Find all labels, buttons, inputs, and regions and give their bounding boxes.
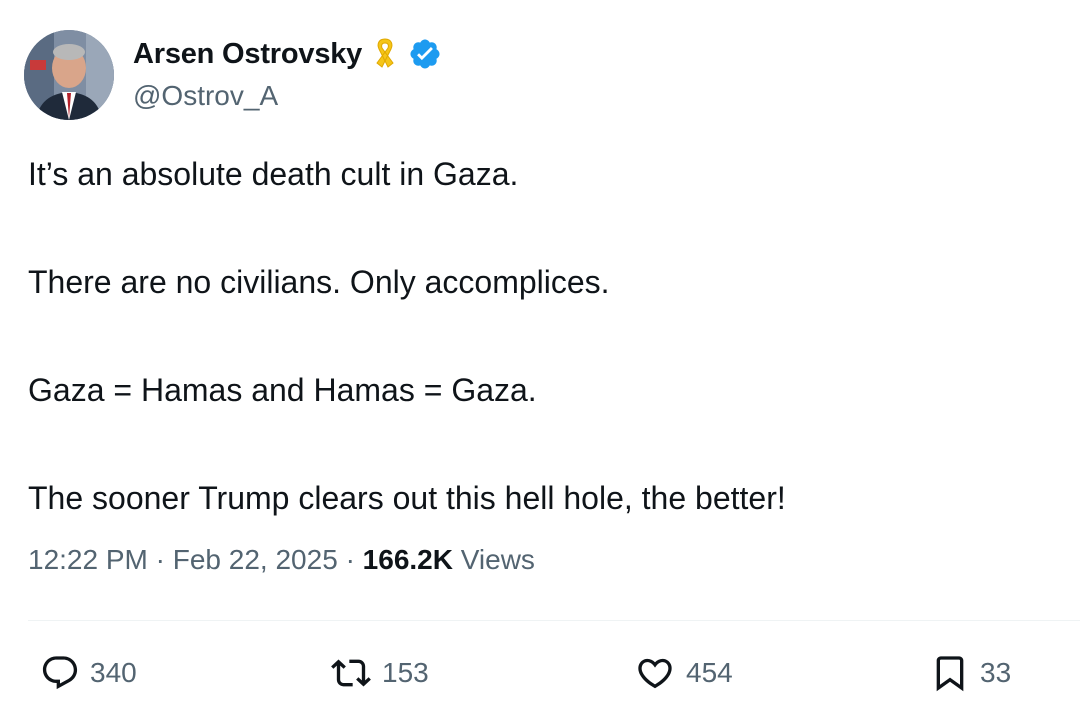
meta-separator: · — [345, 544, 355, 575]
author-handle[interactable]: @Ostrov_A — [133, 80, 278, 112]
tweet-actions: 340 153 454 33 — [0, 648, 1080, 698]
views-label: Views — [460, 544, 535, 575]
repost-arrows-icon — [330, 653, 372, 693]
bookmark-button[interactable]: 33 — [930, 648, 1011, 698]
repost-button[interactable]: 153 — [330, 648, 429, 698]
tweet-paragraph: The sooner Trump clears out this hell ho… — [28, 480, 786, 516]
tweet-paragraph: It’s an absolute death cult in Gaza. — [28, 156, 519, 192]
heart-icon — [634, 653, 676, 693]
author-name-row: Arsen Ostrovsky — [133, 34, 442, 74]
bookmark-icon — [930, 653, 970, 693]
reply-button[interactable]: 340 — [40, 648, 137, 698]
avatar-photo — [24, 30, 114, 120]
like-count: 454 — [686, 657, 733, 688]
bookmark-count: 33 — [980, 657, 1012, 688]
reply-bubble-icon — [40, 653, 80, 693]
tweet-meta: 12:22 PM · Feb 22, 2025 · 166.2K Views — [28, 544, 535, 576]
tweet-card: Arsen Ostrovsky @Ostrov_A It’s an absolu… — [0, 0, 1080, 725]
divider — [28, 620, 1080, 621]
tweet-date[interactable]: Feb 22, 2025 — [173, 544, 338, 575]
views-count: 166.2K — [362, 544, 453, 575]
author-display-name[interactable]: Arsen Ostrovsky — [133, 38, 362, 71]
tweet-body: It’s an absolute death cult in Gaza. The… — [28, 156, 1058, 588]
yellow-ribbon-icon — [372, 37, 398, 71]
author-avatar[interactable] — [24, 30, 114, 120]
reply-count: 340 — [90, 657, 137, 688]
tweet-time[interactable]: 12:22 PM — [28, 544, 148, 575]
like-button[interactable]: 454 — [634, 648, 733, 698]
tweet-paragraph: There are no civilians. Only accomplices… — [28, 264, 610, 300]
verified-badge-icon[interactable] — [408, 37, 442, 71]
repost-count: 153 — [382, 657, 429, 688]
tweet-paragraph: Gaza = Hamas and Hamas = Gaza. — [28, 372, 537, 408]
meta-separator: · — [155, 544, 165, 575]
